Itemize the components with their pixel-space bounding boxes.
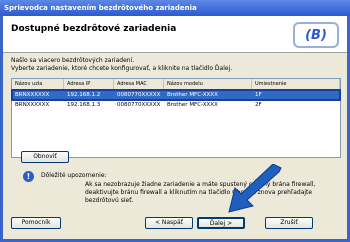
device-list[interactable]: Názov uzla Adresa IP Adresa MAC Názov mo… (11, 78, 341, 158)
device-mac: 0080770XXXXX (117, 102, 161, 108)
column-mac-address[interactable]: Adresa MAC (114, 79, 164, 89)
instructions-line-1: Našlo sa viacero bezdrôtových zariadení. (11, 57, 135, 64)
device-model: Brother MFC-XXXX (167, 92, 218, 98)
device-node-name: BRNXXXXXX (15, 92, 50, 98)
device-location: 1F (255, 92, 262, 98)
note-title: Dôležité upozornenie: (41, 172, 107, 179)
column-model-name[interactable]: Názov modelu (164, 79, 252, 89)
column-ip-address[interactable]: Adresa IP (64, 79, 114, 89)
instructions-line-2: Vyberte zariadenie, ktoré chcete konfigu… (11, 65, 233, 72)
page-title: Dostupné bezdrôtové zariadenia (11, 24, 177, 34)
device-location: 2F (255, 102, 262, 108)
wizard-client-area: Dostupné bezdrôtové zariadenia (B) Našlo… (3, 16, 347, 239)
device-row[interactable]: BRNXXXXXX 192.168.1.3 0080770XXXXX Broth… (12, 100, 340, 110)
device-row-selected[interactable]: BRNXXXXXX 192.168.1.2 0080770XXXXX Broth… (11, 89, 341, 101)
instructions: Našlo sa viacero bezdrôtových zariadení.… (11, 57, 341, 73)
back-button[interactable]: < Naspäť (145, 217, 193, 229)
column-location[interactable]: Umiestnenie (252, 79, 340, 89)
pointer-arrow-icon (228, 164, 282, 213)
wizard-window: Sprievodca nastavením bezdrôtového zaria… (0, 0, 350, 242)
device-node-name: BRNXXXXXX (15, 102, 50, 108)
device-list-header: Názov uzla Adresa IP Adresa MAC Názov mo… (12, 79, 340, 90)
wizard-header: Dostupné bezdrôtové zariadenia (B) (3, 16, 347, 53)
brother-logo-icon: (B) (293, 22, 339, 48)
device-mac: 0080770XXXXX (117, 92, 161, 98)
info-icon: ! (23, 171, 34, 182)
note-text: Ak sa nezobrazuje žiadne zariadenie a má… (85, 181, 316, 204)
column-node-name[interactable]: Názov uzla (12, 79, 64, 89)
cancel-button[interactable]: Zrušiť (265, 217, 313, 229)
help-button[interactable]: Pomocník (11, 217, 61, 229)
device-ip: 192.168.1.3 (67, 102, 101, 108)
next-button[interactable]: Ďalej > (197, 217, 245, 229)
window-title: Sprievodca nastavením bezdrôtového zaria… (0, 0, 350, 16)
device-model: Brother MFC-XXXX (167, 102, 218, 108)
device-ip: 192.168.1.2 (67, 92, 101, 98)
refresh-button[interactable]: Obnoviť (21, 151, 69, 163)
